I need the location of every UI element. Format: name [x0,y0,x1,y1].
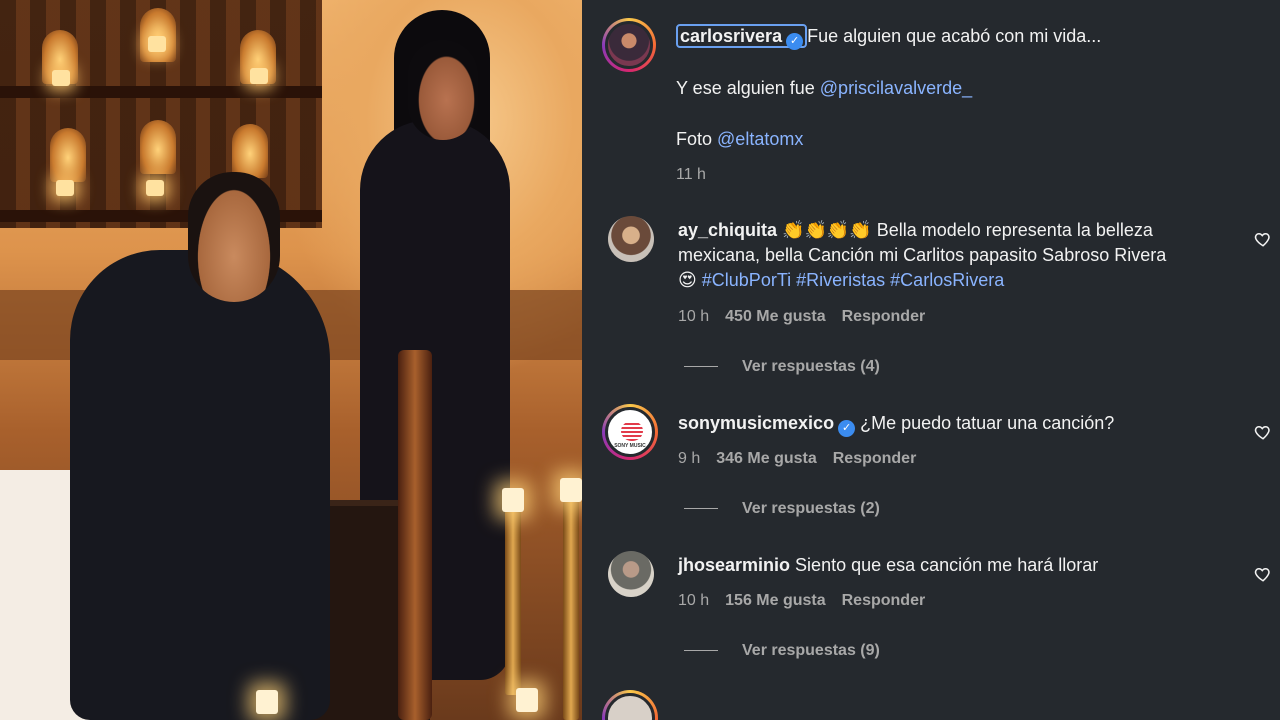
comment-text: ¿Me puedo tatuar una canción? [860,413,1115,433]
avatar-image [605,21,653,69]
comment-text: 👏👏👏👏 Bella modelo representa la belleza [782,220,1153,240]
comment-username[interactable]: ay_chiquita [678,220,777,240]
bedpost [398,350,432,720]
man-figure [70,250,330,720]
likes-count[interactable]: 346 Me gusta [716,450,816,467]
replies-divider [684,366,718,368]
candle [52,70,70,86]
reply-button[interactable]: Responder [833,450,917,467]
caption-time: 11 h [676,166,706,183]
likes-count[interactable]: 156 Me gusta [725,592,825,609]
mention-link[interactable]: @eltatomx [717,129,803,149]
caption-username[interactable]: carlosrivera ✓ [676,24,808,50]
caption-avatar[interactable] [602,18,656,72]
candle [148,36,166,52]
altar-niche [140,120,176,174]
candle-stand [505,510,521,695]
replies-divider [684,508,718,510]
man-head [188,172,280,302]
caption: carlosrivera ✓ Fue alguien que acabó con m… [676,24,1266,184]
avatar-logo-text: SONY MUSIC [614,443,646,449]
view-replies-button[interactable]: Ver respuestas (9) [684,642,880,660]
comment-avatar[interactable] [602,690,658,720]
comment-avatar[interactable] [608,216,654,262]
comment-text: mexicana, bella Canción mi Carlitos papa… [678,245,1167,265]
candle [560,478,582,502]
candle [516,688,538,712]
comment-meta: 10 h 450 Me gusta Responder [678,308,926,325]
altar-shelf [0,86,322,98]
comment-username[interactable]: sonymusicmexico ✓ [678,413,856,437]
heart-outline-icon[interactable] [1254,230,1272,248]
comment-avatar[interactable] [608,551,654,597]
woman-head [408,40,478,140]
candle [256,690,278,714]
comments-panel: carlosrivera ✓ Fue alguien que acabó con m… [582,0,1280,720]
post-photo[interactable] [0,0,582,720]
caption-line-3: Foto @eltatomx [676,129,804,149]
verified-badge-icon: ✓ [786,33,804,50]
comment-avatar[interactable]: SONY MUSIC [602,404,658,460]
verified-badge-icon: ✓ [838,420,856,437]
view-replies-button[interactable]: Ver respuestas (2) [684,500,880,518]
comment: sonymusicmexico ✓ ¿Me puedo tatuar una ca… [678,411,1238,437]
caption-line-1: Fue alguien que acabó con mi vida... [807,26,1102,46]
candle [502,488,524,512]
altar-niche [140,8,176,62]
candle-stand [563,500,579,720]
altar-niche [232,124,268,178]
sony-logo-icon [621,421,643,441]
candle [250,68,268,84]
comment-text-line-3: 😍 #ClubPorTi #Riveristas #CarlosRivera [678,270,1005,290]
candle [146,180,164,196]
comment: jhosearminio Siento que esa canción me h… [678,553,1238,578]
comment-meta: 10 h 156 Me gusta Responder [678,592,926,609]
mention-link[interactable]: @priscilavalverde_ [820,78,972,98]
comment: ay_chiquita 👏👏👏👏 Bella modelo representa… [678,218,1238,293]
reply-button[interactable]: Responder [842,592,926,609]
heart-outline-icon[interactable] [1254,423,1272,441]
candle [56,180,74,196]
comment-text: Siento que esa canción me hará llorar [795,555,1099,575]
heart-outline-icon[interactable] [1254,565,1272,583]
reply-button[interactable]: Responder [842,308,926,325]
caption-line-2: Y ese alguien fue @priscilavalverde_ [676,78,973,98]
likes-count[interactable]: 450 Me gusta [725,308,825,325]
hashtag-links[interactable]: #ClubPorTi #Riveristas #CarlosRivera [702,270,1004,290]
altar-niche [50,128,86,182]
comment-meta: 9 h 346 Me gusta Responder [678,450,917,467]
view-replies-button[interactable]: Ver respuestas (4) [684,358,880,376]
comment-username[interactable]: jhosearminio [678,555,790,575]
replies-divider [684,650,718,652]
